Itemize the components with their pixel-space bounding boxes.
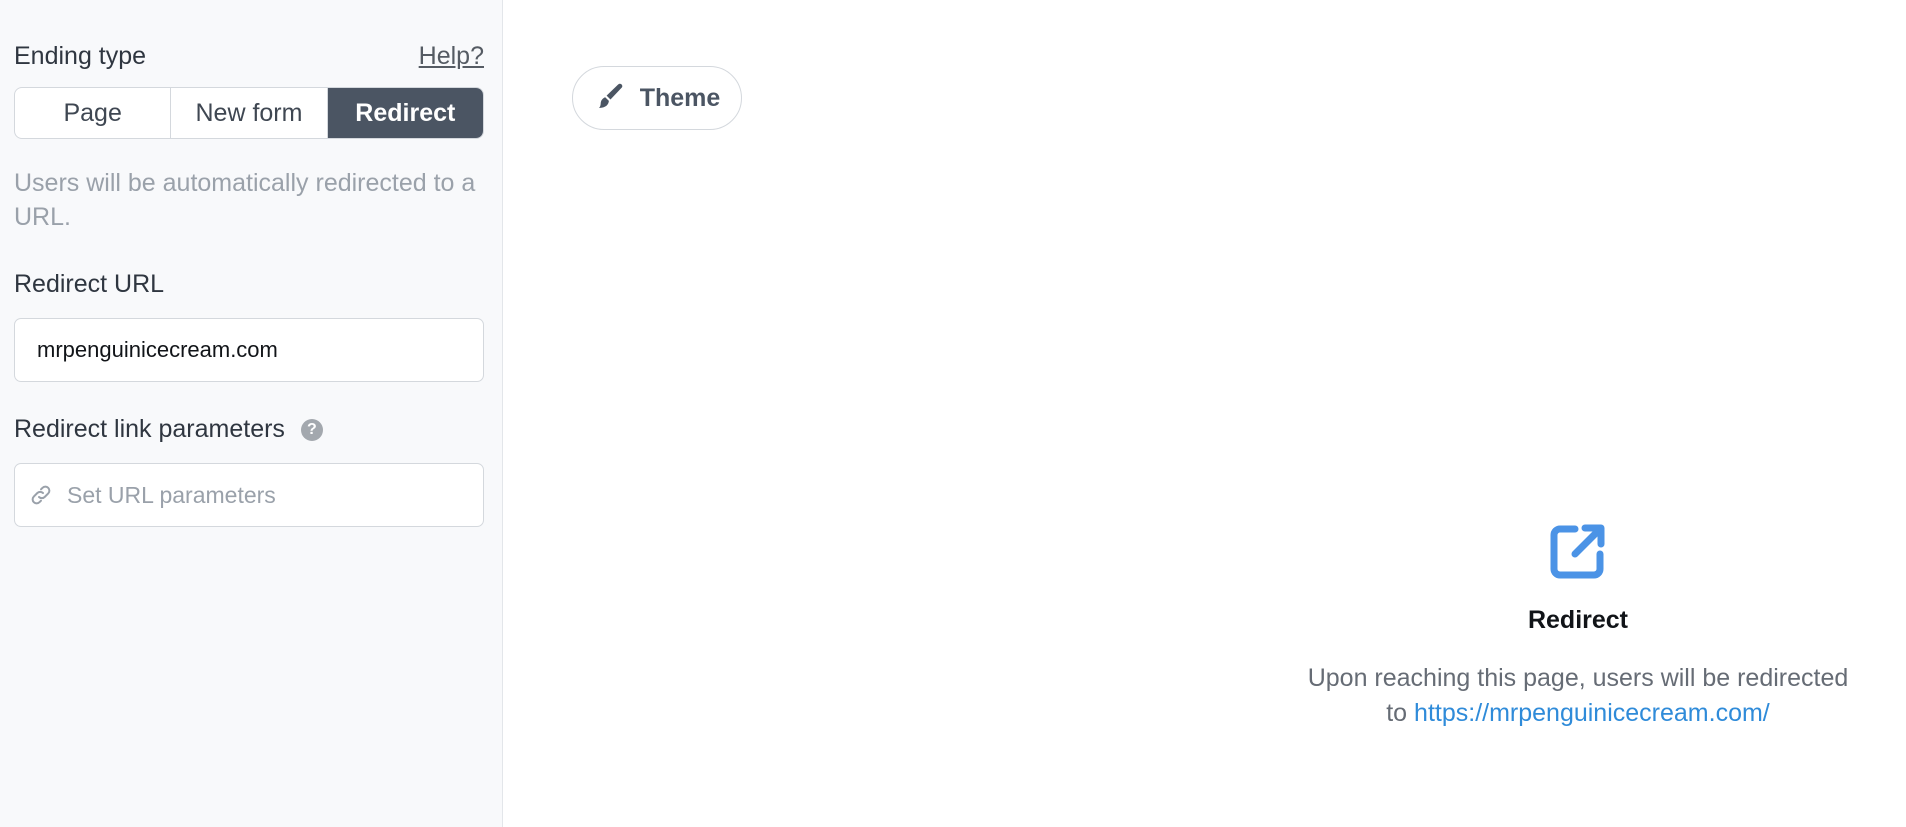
redirect-link[interactable]: https://mrpenguinicecream.com/ (1414, 699, 1770, 727)
redirect-params-label: Redirect link parameters ? (14, 415, 323, 444)
external-link-icon (1547, 520, 1609, 582)
redirect-preview: Redirect Upon reaching this page, users … (1300, 520, 1856, 731)
url-parameters-field[interactable]: Set URL parameters (14, 463, 484, 527)
help-link[interactable]: Help? (419, 42, 484, 71)
settings-sidebar: Ending type Help? Page New form Redirect… (0, 0, 503, 827)
ending-type-page-button[interactable]: Page (15, 88, 172, 138)
link-icon (29, 482, 55, 508)
paintbrush-icon (594, 80, 626, 117)
preview-title: Redirect (1527, 606, 1629, 634)
preview-description: Upon reaching this page, users will be r… (1300, 661, 1856, 731)
redirect-params-label-text: Redirect link parameters (14, 415, 285, 443)
redirect-url-label-text: Redirect URL (14, 270, 165, 298)
theme-button[interactable]: Theme (572, 66, 742, 130)
url-parameters-placeholder: Set URL parameters (67, 481, 276, 508)
ending-type-header: Ending type Help? (14, 38, 484, 74)
ending-type-selector: Page New form Redirect (14, 87, 484, 139)
question-icon[interactable]: ? (300, 418, 323, 441)
redirect-url-input[interactable] (37, 337, 483, 363)
ending-type-description: Users will be automatically redirected t… (14, 169, 476, 231)
redirect-url-label: Redirect URL (14, 270, 164, 299)
redirect-url-field[interactable] (14, 318, 484, 382)
ending-type-title: Ending type (14, 41, 147, 70)
app: Ending type Help? Page New form Redirect… (0, 0, 1906, 827)
theme-button-label: Theme (639, 83, 721, 112)
ending-type-new-form-button[interactable]: New form (171, 88, 328, 138)
ending-type-redirect-button[interactable]: Redirect (327, 88, 483, 138)
